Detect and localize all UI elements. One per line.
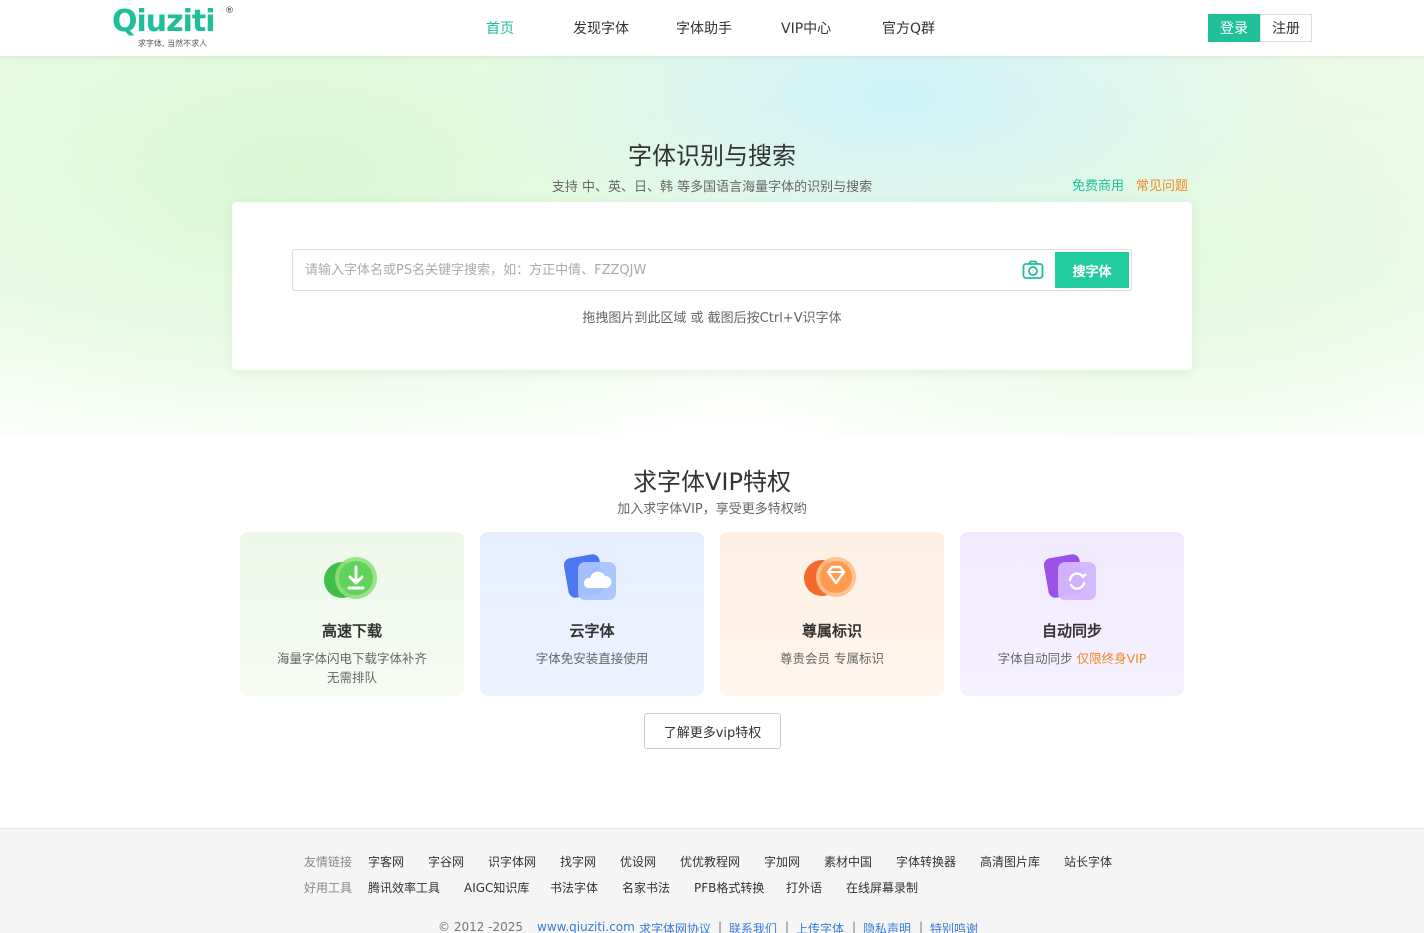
search-button[interactable]: 搜字体 [1055, 252, 1129, 288]
download-icon [324, 557, 377, 599]
diamond-badge-icon [804, 557, 856, 597]
vip-card-desc-text: 字体自动同步 [997, 651, 1073, 666]
separator: | [785, 920, 790, 933]
friend-link[interactable]: 字客网 [368, 853, 404, 870]
bottom-link-upload[interactable]: 上传字体 [796, 920, 844, 933]
separator: | [718, 920, 723, 933]
nav-font-assistant[interactable]: 字体助手 [676, 18, 732, 38]
friend-link[interactable]: 站长字体 [1064, 853, 1112, 870]
cloud-icon [563, 554, 616, 600]
friend-link[interactable]: 字谷网 [428, 853, 464, 870]
tool-link[interactable]: 腾讯效率工具 [368, 879, 440, 896]
friend-links-label: 友情链接 [304, 855, 353, 869]
friend-link[interactable]: 识字体网 [488, 853, 536, 870]
vip-card-title: 自动同步 [1041, 622, 1102, 640]
bottom-link-privacy[interactable]: 隐私声明 [863, 920, 911, 933]
hero-title: 字体识别与搜索 [628, 142, 796, 170]
nav-official-qq-group[interactable]: 官方Q群 [882, 18, 935, 38]
friend-link[interactable]: 找字网 [560, 853, 596, 870]
separator: | [919, 920, 924, 933]
bottom-link-contact[interactable]: 联系我们 [729, 920, 777, 933]
vip-card-auto-sync[interactable]: 自动同步 字体自动同步 仅限终身VIP [960, 532, 1184, 696]
tool-link[interactable]: 在线屏幕录制 [846, 879, 918, 896]
drag-drop-hint: 拖拽图片到此区域 或 截图后按Ctrl+V识字体 [582, 311, 842, 326]
tool-link[interactable]: 打外语 [786, 879, 822, 896]
login-button[interactable]: 登录 [1208, 14, 1260, 42]
friend-link[interactable]: 优设网 [620, 853, 656, 870]
vip-card-desc: 字体自动同步 仅限终身VIP [980, 649, 1164, 668]
site-url-link[interactable]: www.qiuziti.com [537, 920, 635, 933]
tool-link[interactable]: 书法字体 [550, 879, 598, 896]
separator: | [852, 920, 857, 933]
vip-card-exclusive-badge[interactable]: 尊属标识 尊贵会员 专属标识 [720, 532, 944, 696]
search-input[interactable] [293, 250, 1013, 290]
logo-text: Qiuziti [112, 4, 216, 39]
friend-link[interactable]: 素材中国 [824, 853, 872, 870]
learn-more-vip-button[interactable]: 了解更多vip特权 [644, 713, 781, 749]
vip-card-desc-line: 无需排队 [326, 670, 377, 685]
logo-slogan: 求字体, 当然不求人 [138, 39, 208, 48]
nav-vip-center[interactable]: VIP中心 [781, 18, 831, 38]
friend-link[interactable]: 优优教程网 [680, 853, 740, 870]
lifetime-vip-highlight: 仅限终身VIP [1076, 651, 1147, 666]
hero-subtitle: 支持 中、英、日、韩 等多国语言海量字体的识别与搜索 [551, 180, 873, 195]
search-box: 搜字体 [292, 249, 1132, 291]
camera-icon[interactable] [1022, 260, 1044, 280]
vip-card-desc: 海量字体闪电下载字体补齐 无需排队 [260, 649, 444, 687]
free-commercial-link[interactable]: 免费商用 [1072, 175, 1124, 194]
tool-link[interactable]: AIGC知识库 [464, 879, 529, 896]
vip-section-subtitle: 加入求字体VIP，享受更多特权哟 [617, 502, 807, 517]
tool-link[interactable]: 名家书法 [622, 879, 670, 896]
friend-link[interactable]: 字体转换器 [896, 853, 956, 870]
site-header: Qiuziti ® 求字体, 当然不求人 首页 发现字体 字体助手 VIP中心 … [0, 0, 1424, 56]
vip-section-title: 求字体VIP特权 [633, 468, 791, 496]
copyright-text: © 2012 -2025 [438, 920, 524, 933]
tool-link[interactable]: PFB格式转换 [694, 879, 764, 896]
vip-card-desc-line: 海量字体闪电下载字体补齐 [276, 651, 427, 666]
friend-link[interactable]: 字加网 [764, 853, 800, 870]
friend-link[interactable]: 高清图片库 [980, 853, 1040, 870]
vip-card-title: 尊属标识 [801, 622, 862, 640]
vip-card-desc: 尊贵会员 专属标识 [780, 651, 884, 666]
site-logo[interactable]: Qiuziti ® 求字体, 当然不求人 [112, 4, 236, 50]
site-footer: 友情链接 字客网 字谷网 识字体网 找字网 优设网 优优教程网 字加网 素材中国… [0, 828, 1424, 933]
register-button[interactable]: 注册 [1260, 14, 1312, 42]
nav-discover-fonts[interactable]: 发现字体 [573, 18, 629, 38]
bottom-link-thanks[interactable]: 特别鸣谢 [930, 920, 978, 933]
logo-registered-mark: ® [225, 6, 234, 16]
vip-card-title: 云字体 [569, 622, 615, 640]
sync-icon [1043, 554, 1096, 600]
search-card[interactable]: 搜字体 拖拽图片到此区域 或 截图后按Ctrl+V识字体 [232, 202, 1192, 370]
vip-card-title: 高速下载 [321, 622, 382, 640]
vip-card-desc: 字体免安装直接使用 [535, 651, 649, 666]
vip-card-cloud-font[interactable]: 云字体 字体免安装直接使用 [480, 532, 704, 696]
faq-link[interactable]: 常见问题 [1136, 175, 1188, 194]
nav-home[interactable]: 首页 [486, 18, 514, 38]
vip-card-fast-download[interactable]: 高速下载 海量字体闪电下载字体补齐 无需排队 [240, 532, 464, 696]
tools-label: 好用工具 [304, 881, 353, 895]
bottom-link-agreement[interactable]: 求字体网协议 [639, 920, 711, 933]
